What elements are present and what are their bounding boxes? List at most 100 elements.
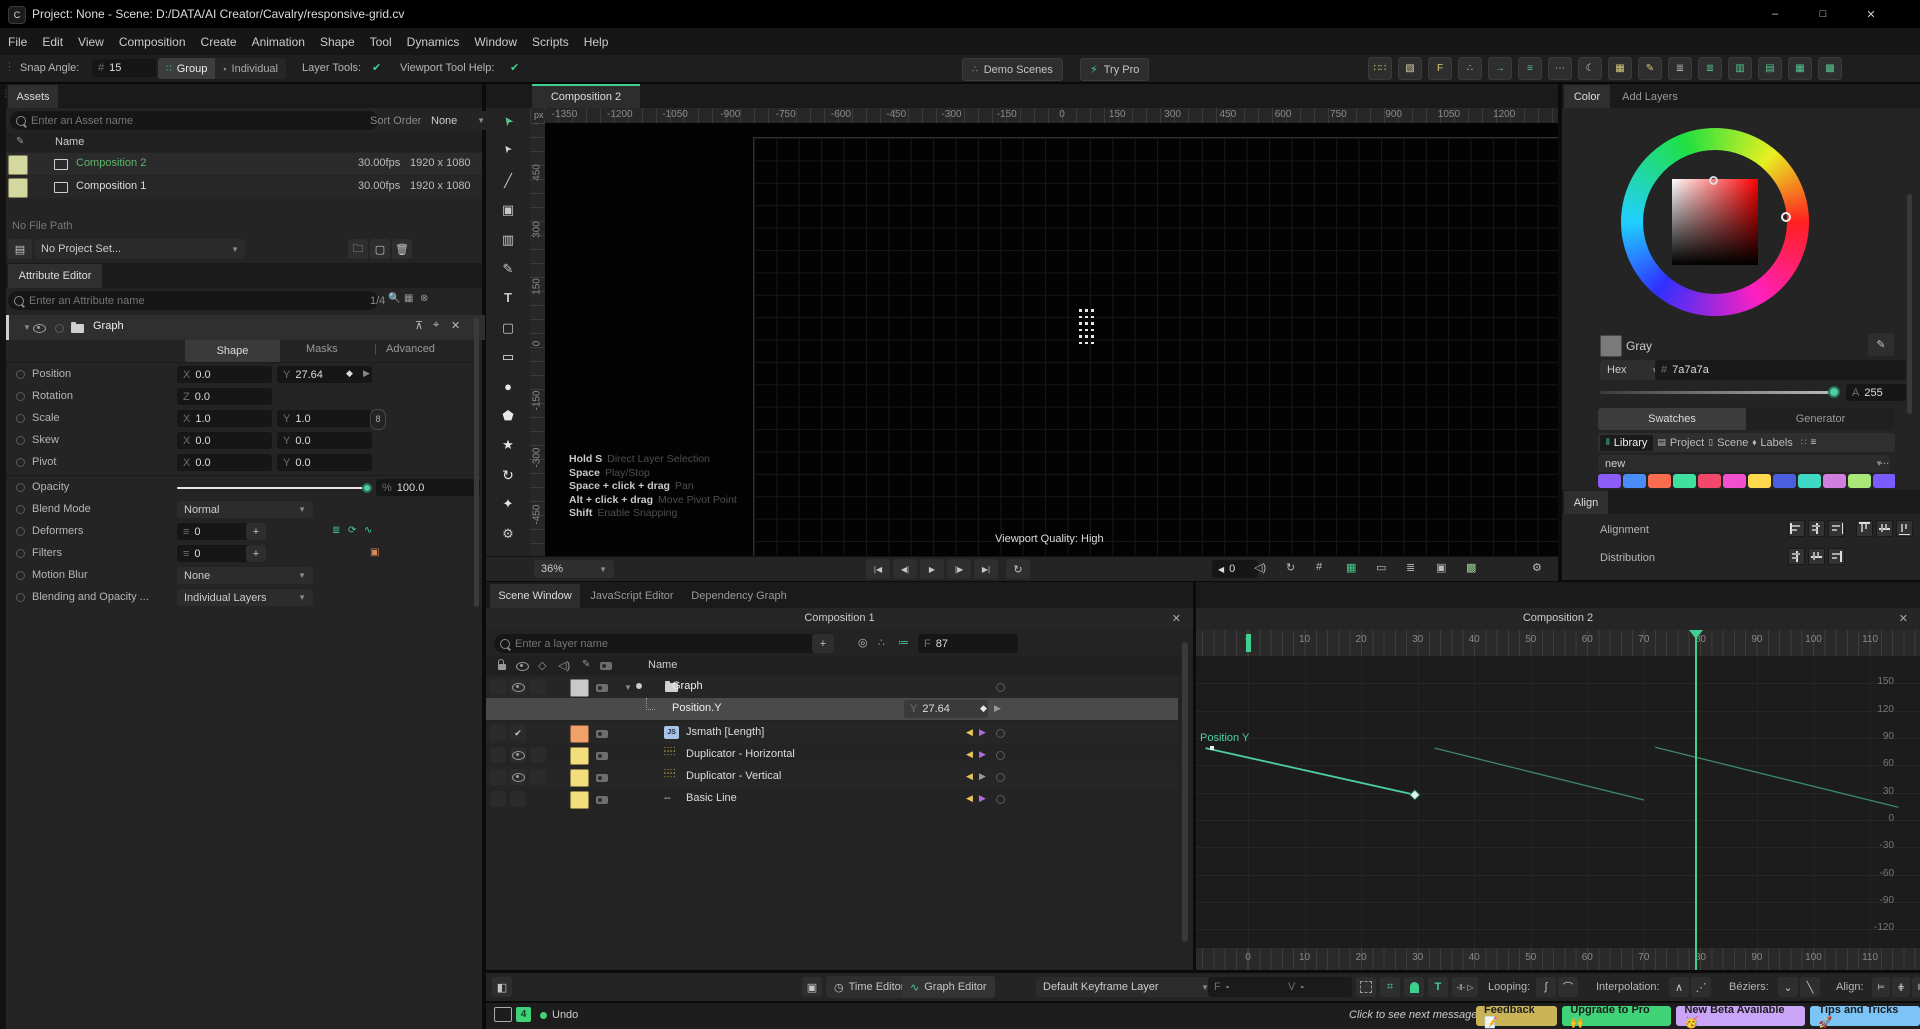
blending-dropdown[interactable]: Individual Layers ▼: [177, 589, 313, 606]
visibility-toggle[interactable]: [510, 747, 526, 763]
star-4-tool[interactable]: ✦: [486, 496, 530, 512]
artboard-tool[interactable]: ▢: [486, 320, 530, 336]
opacity-slider-knob[interactable]: [362, 483, 372, 493]
layer-name[interactable]: Graph: [672, 680, 703, 692]
layer-keyframe-dot[interactable]: [996, 795, 1005, 804]
layout-columns-icon[interactable]: ▩: [1818, 57, 1842, 80]
attribute-zoom-icon[interactable]: 🔍: [388, 293, 400, 304]
pivot-x-field[interactable]: X 0.0: [177, 454, 272, 471]
onion-skin-icon[interactable]: ◎: [858, 636, 868, 649]
layer-row-graph[interactable]: ▼ Graph: [486, 676, 1178, 698]
close-panel-icon[interactable]: ✕: [1172, 612, 1181, 625]
color-chip[interactable]: [1723, 474, 1746, 488]
magnet-filter-icon[interactable]: ∴: [878, 636, 885, 649]
color-chip[interactable]: [1798, 474, 1821, 488]
tab-generator[interactable]: Generator: [1746, 408, 1895, 430]
align-top-button[interactable]: [1856, 520, 1873, 537]
filter-settings-icon[interactable]: ≔: [898, 636, 909, 649]
color-panel-scrollbar[interactable]: [1907, 194, 1912, 414]
layer-row-jsmath[interactable]: ✔ JS Jsmath [Length] ◀ ▶: [486, 722, 1178, 744]
clip-icon[interactable]: [596, 752, 608, 760]
tab-shape[interactable]: Shape: [185, 340, 280, 362]
layer-keyframe-dot[interactable]: [996, 729, 1005, 738]
scatter-dots-icon[interactable]: ∴: [1458, 57, 1482, 80]
align-keys-center-icon[interactable]: ⋕: [1892, 977, 1910, 997]
keyframe-toggle[interactable]: [16, 392, 25, 401]
color-chip[interactable]: [1873, 474, 1895, 488]
list-view-icon[interactable]: ≡: [1811, 437, 1817, 448]
keyframe-toggle[interactable]: [16, 458, 25, 467]
deformer-list-icon[interactable]: ≣: [332, 525, 340, 536]
attribute-node-header[interactable]: ▼ Graph ⊼ ⌖ ✕: [6, 315, 485, 340]
close-panel-icon[interactable]: ✕: [1899, 612, 1908, 625]
color-wheel[interactable]: [1621, 128, 1809, 316]
in-marker[interactable]: ◀: [966, 793, 973, 804]
menu-item-dynamics[interactable]: Dynamics: [407, 35, 460, 49]
grid-dots-icon[interactable]: ∷∷: [1368, 57, 1392, 80]
position-y-field[interactable]: Y 27.64: [277, 366, 372, 383]
graph-editor-toggle[interactable]: ∿ Graph Editor: [902, 976, 995, 998]
text-tool[interactable]: T: [486, 290, 530, 305]
filters-badge-icon[interactable]: ▣: [370, 547, 379, 558]
menu-item-help[interactable]: Help: [584, 35, 609, 49]
pentagon-tool[interactable]: ⬟: [486, 408, 530, 424]
color-chip[interactable]: [1823, 474, 1846, 488]
alpha-slider-knob[interactable]: [1828, 386, 1840, 398]
moon-icon[interactable]: ☾: [1578, 57, 1602, 80]
out-marker[interactable]: ▶: [979, 793, 986, 804]
current-color-swatch[interactable]: [1600, 335, 1622, 357]
asset-name[interactable]: Composition 1: [76, 180, 146, 192]
menu-item-tool[interactable]: Tool: [370, 35, 392, 49]
ghost-keyframes-button[interactable]: [1404, 977, 1424, 997]
keyframe-toggle[interactable]: [16, 483, 25, 492]
position-y-curve[interactable]: [1196, 656, 1920, 948]
lock-column-icon[interactable]: [498, 659, 506, 670]
console-icon[interactable]: [494, 1007, 512, 1022]
filters-field[interactable]: ≡ 0: [177, 545, 251, 562]
rows-icon[interactable]: ▤: [1758, 57, 1782, 80]
node-enable-dot[interactable]: [55, 324, 64, 333]
toolbar-drag-handle[interactable]: ⋮: [4, 60, 15, 73]
menu-item-scripts[interactable]: Scripts: [532, 35, 569, 49]
tab-color[interactable]: Color: [1564, 85, 1610, 108]
menu-item-composition[interactable]: Composition: [119, 35, 186, 49]
viewport-settings-gear-icon[interactable]: ⚙: [1532, 561, 1542, 574]
pen-tool[interactable]: ✎: [486, 261, 530, 277]
layer-row-duplicator-horizontal[interactable]: ∷∷ ∷∷ Duplicator - Horizontal ◀ ▶: [486, 744, 1178, 766]
visibility-toggle[interactable]: [510, 769, 526, 785]
menu-item-create[interactable]: Create: [201, 35, 237, 49]
frame-field[interactable]: F 87: [918, 634, 1018, 653]
skew-x-field[interactable]: X 0.0: [177, 432, 272, 449]
settings-tool[interactable]: ⚙: [486, 526, 530, 542]
layer-color-swatch[interactable]: [570, 679, 589, 697]
layer-row-basic-line[interactable]: ╌ Basic Line ◀ ▶: [486, 788, 1178, 810]
layer-name[interactable]: Jsmath [Length]: [686, 726, 764, 738]
layout-grid-icon[interactable]: ▦: [1788, 57, 1812, 80]
layer-name[interactable]: Basic Line: [686, 792, 737, 804]
snapping-grid-icon[interactable]: #: [1316, 561, 1322, 573]
pin-icon[interactable]: ⊼: [415, 319, 423, 332]
expression-arrow-icon[interactable]: ▶: [994, 703, 1001, 714]
keyframe-diamond-icon[interactable]: ◆: [346, 368, 353, 379]
clip-icon[interactable]: [596, 684, 608, 692]
menu-item-file[interactable]: File: [8, 35, 27, 49]
zoom-dropdown[interactable]: 36% ▼: [534, 560, 614, 578]
render-column-icon[interactable]: ◇: [538, 659, 546, 672]
close-button[interactable]: ✕: [1851, 0, 1891, 28]
layer-tools-check-icon[interactable]: ✔: [372, 61, 381, 74]
previous-frame-button[interactable]: ◀|: [893, 559, 917, 579]
minimize-button[interactable]: –: [1755, 0, 1795, 28]
project-set-icon[interactable]: ▤: [8, 239, 32, 259]
graph-area[interactable]: 150 120 90 60 30 0 -30 -60 -90 -120 Position Y: [1196, 656, 1920, 948]
tab-library[interactable]: ⫴ Library: [1600, 434, 1654, 451]
scene-scrollbar[interactable]: [1182, 642, 1188, 942]
swatch-more-button[interactable]: ...: [1880, 455, 1889, 467]
status-badge-0[interactable]: Feedback 📝: [1476, 1004, 1558, 1029]
attribute-clear-icon[interactable]: ⊗: [420, 293, 428, 304]
eye-column-icon[interactable]: [516, 662, 529, 671]
align-right-button[interactable]: [1828, 520, 1845, 537]
frame-jump-field[interactable]: F-: [1208, 977, 1288, 997]
hue-selector-dot[interactable]: [1781, 212, 1791, 222]
bounds-icon[interactable]: ▣: [1436, 561, 1446, 574]
picker-column-icon[interactable]: ✎: [582, 659, 590, 670]
